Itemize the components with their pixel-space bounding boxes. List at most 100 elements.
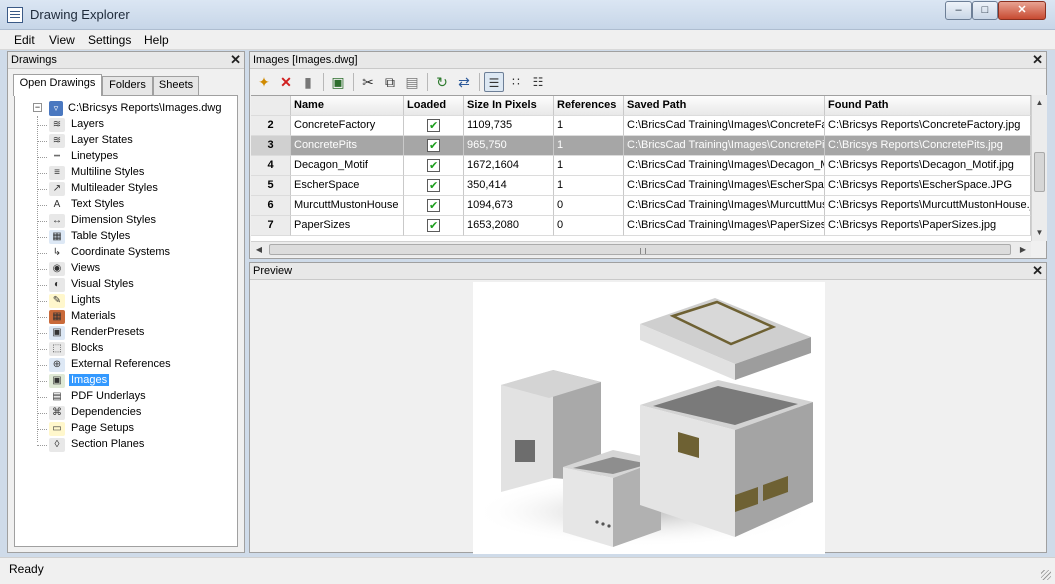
new-icon[interactable]: ✦ xyxy=(254,72,274,92)
tab-open-drawings[interactable]: Open Drawings xyxy=(13,74,102,96)
cell-loaded[interactable] xyxy=(404,116,464,136)
tree-item[interactable]: ▦ Materials xyxy=(37,309,227,325)
menu-help[interactable]: Help xyxy=(144,33,169,47)
tree-item[interactable]: ↔ Dimension Styles xyxy=(37,213,227,229)
lights-icon: ✎ xyxy=(49,294,65,308)
refresh-icon[interactable]: ⇄ xyxy=(454,72,474,92)
delete-icon[interactable]: ✕ xyxy=(276,72,296,92)
tree-item[interactable]: ⊕ External References xyxy=(37,357,227,373)
tree-item[interactable]: ↗ Multileader Styles xyxy=(37,181,227,197)
table-row[interactable]: 6MurcuttMustonHouse 1094,6730C:\BricsCad … xyxy=(251,196,1031,216)
table-row[interactable]: 3ConcretePits 965,7501C:\BricsCad Trainin… xyxy=(251,136,1031,156)
tree-item[interactable]: ≋ Layers xyxy=(37,117,227,133)
scroll-left-icon[interactable]: ◀ xyxy=(251,242,267,258)
tree-item[interactable]: ◐ Visual Styles xyxy=(37,277,227,293)
tab-sheets[interactable]: Sheets xyxy=(153,76,199,95)
cell-size: 965,750 xyxy=(464,136,554,156)
loaded-checkbox[interactable] xyxy=(427,137,440,155)
tab-folders[interactable]: Folders xyxy=(102,76,153,95)
status-text: Ready xyxy=(9,562,44,576)
horizontal-scroll-thumb[interactable] xyxy=(269,244,1011,255)
insert-image-icon[interactable]: ▣ xyxy=(328,72,348,92)
drawings-panel-header: Drawings ✕ xyxy=(8,52,244,69)
tree-connector xyxy=(37,221,47,222)
table-row[interactable]: 2ConcreteFactory 1109,7351C:\BricsCad Tra… xyxy=(251,116,1031,136)
menu-settings[interactable]: Settings xyxy=(88,33,131,47)
tree-item[interactable]: ≋ Layer States xyxy=(37,133,227,149)
loaded-checkbox[interactable] xyxy=(427,197,440,215)
tree-connector xyxy=(37,413,47,414)
cell-loaded[interactable] xyxy=(404,176,464,196)
cell-loaded[interactable] xyxy=(404,216,464,236)
images-panel: Images [Images.dwg] ✕ ✦ ✕ ▮ ▣ ✂ ⧉ ▤ ↻ ⇄ … xyxy=(249,51,1047,259)
grid-horizontal-scrollbar[interactable]: ◀ ▶ xyxy=(251,241,1031,257)
close-button[interactable]: ✕ xyxy=(998,1,1046,20)
tree-item-label: Dependencies xyxy=(71,406,142,418)
tree-item[interactable]: ≡ Multiline Styles xyxy=(37,165,227,181)
section-planes-icon: ◊ xyxy=(49,438,65,452)
tree-item[interactable]: ▦ Table Styles xyxy=(37,229,227,245)
table-row[interactable]: 5EscherSpace 350,4141C:\BricsCad Training… xyxy=(251,176,1031,196)
column-header-references[interactable]: References xyxy=(554,96,624,116)
tree-connector xyxy=(37,381,47,382)
column-header-saved-path[interactable]: Saved Path xyxy=(624,96,825,116)
loaded-checkbox[interactable] xyxy=(427,177,440,195)
column-header-loaded[interactable]: Loaded xyxy=(404,96,464,116)
tree-root-label: C:\Bricsys Reports\Images.dwg xyxy=(68,102,222,114)
grid-header-row: Name Loaded Size In Pixels References Sa… xyxy=(251,96,1031,116)
menu-edit[interactable]: Edit xyxy=(14,33,35,47)
tree-item[interactable]: ↳ Coordinate Systems xyxy=(37,245,227,261)
paste-icon[interactable]: ▤ xyxy=(402,72,422,92)
scroll-down-icon[interactable]: ▼ xyxy=(1032,225,1047,241)
column-header-size[interactable]: Size In Pixels xyxy=(464,96,554,116)
maximize-button[interactable]: □ xyxy=(972,1,998,20)
tree-item[interactable]: ┅ Linetypes xyxy=(37,149,227,165)
menu-view[interactable]: View xyxy=(49,33,75,47)
cell-loaded[interactable] xyxy=(404,196,464,216)
grid-corner xyxy=(251,96,291,116)
loaded-checkbox[interactable] xyxy=(427,117,440,135)
cell-saved-path: C:\BricsCad Training\Images\EscherSpace xyxy=(624,176,825,196)
table-row[interactable]: 7PaperSizes 1653,20800C:\BricsCad Trainin… xyxy=(251,216,1031,236)
cut-icon[interactable]: ✂ xyxy=(358,72,378,92)
drawings-panel-close-icon[interactable]: ✕ xyxy=(230,52,241,68)
collapse-icon[interactable]: − xyxy=(33,103,42,112)
tree-item[interactable]: ▤ PDF Underlays xyxy=(37,389,227,405)
cell-loaded[interactable] xyxy=(404,156,464,176)
toolbar-separator xyxy=(323,73,324,91)
scroll-up-icon[interactable]: ▲ xyxy=(1032,95,1047,111)
tree-connector xyxy=(37,173,47,174)
images-grid: Name Loaded Size In Pixels References Sa… xyxy=(251,95,1031,241)
loaded-checkbox[interactable] xyxy=(427,217,440,235)
tree-item[interactable]: ▭ Page Setups xyxy=(37,421,227,437)
cell-loaded[interactable] xyxy=(404,136,464,156)
purge-icon[interactable]: ▮ xyxy=(298,72,318,92)
scroll-right-icon[interactable]: ▶ xyxy=(1015,242,1031,258)
resize-grip-icon[interactable] xyxy=(1041,570,1051,580)
column-header-name[interactable]: Name xyxy=(291,96,404,116)
minimize-button[interactable]: – xyxy=(945,1,972,20)
images-panel-close-icon[interactable]: ✕ xyxy=(1032,52,1043,68)
table-row[interactable]: 4Decagon_Motif 1672,16041C:\BricsCad Trai… xyxy=(251,156,1031,176)
tree-item[interactable]: ▣ RenderPresets xyxy=(37,325,227,341)
reload-icon[interactable]: ↻ xyxy=(432,72,452,92)
column-header-found-path[interactable]: Found Path xyxy=(825,96,1031,116)
large-icons-view-icon[interactable]: ∷ xyxy=(506,72,526,92)
grid-vertical-scrollbar[interactable]: ▲ ▼ xyxy=(1031,95,1047,241)
details-view-icon[interactable]: ☰ xyxy=(484,72,504,92)
tree-item[interactable]: ◉ Views xyxy=(37,261,227,277)
loaded-checkbox[interactable] xyxy=(427,157,440,175)
tree-item[interactable]: A Text Styles xyxy=(37,197,227,213)
tree-item[interactable]: ✎ Lights xyxy=(37,293,227,309)
tree-item[interactable]: ◊ Section Planes xyxy=(37,437,227,453)
linetypes-icon: ┅ xyxy=(49,150,65,164)
vertical-scroll-thumb[interactable] xyxy=(1034,152,1045,192)
tree-item[interactable]: ⬚ Blocks xyxy=(37,341,227,357)
tree-item[interactable]: ⌘ Dependencies xyxy=(37,405,227,421)
tree-item[interactable]: ▣ Images xyxy=(37,373,227,389)
tree-item-label: Linetypes xyxy=(71,150,119,162)
copy-icon[interactable]: ⧉ xyxy=(380,72,400,92)
toolbar-separator xyxy=(353,73,354,91)
preview-panel-close-icon[interactable]: ✕ xyxy=(1032,263,1043,279)
tree-view-icon[interactable]: ☷ xyxy=(528,72,548,92)
